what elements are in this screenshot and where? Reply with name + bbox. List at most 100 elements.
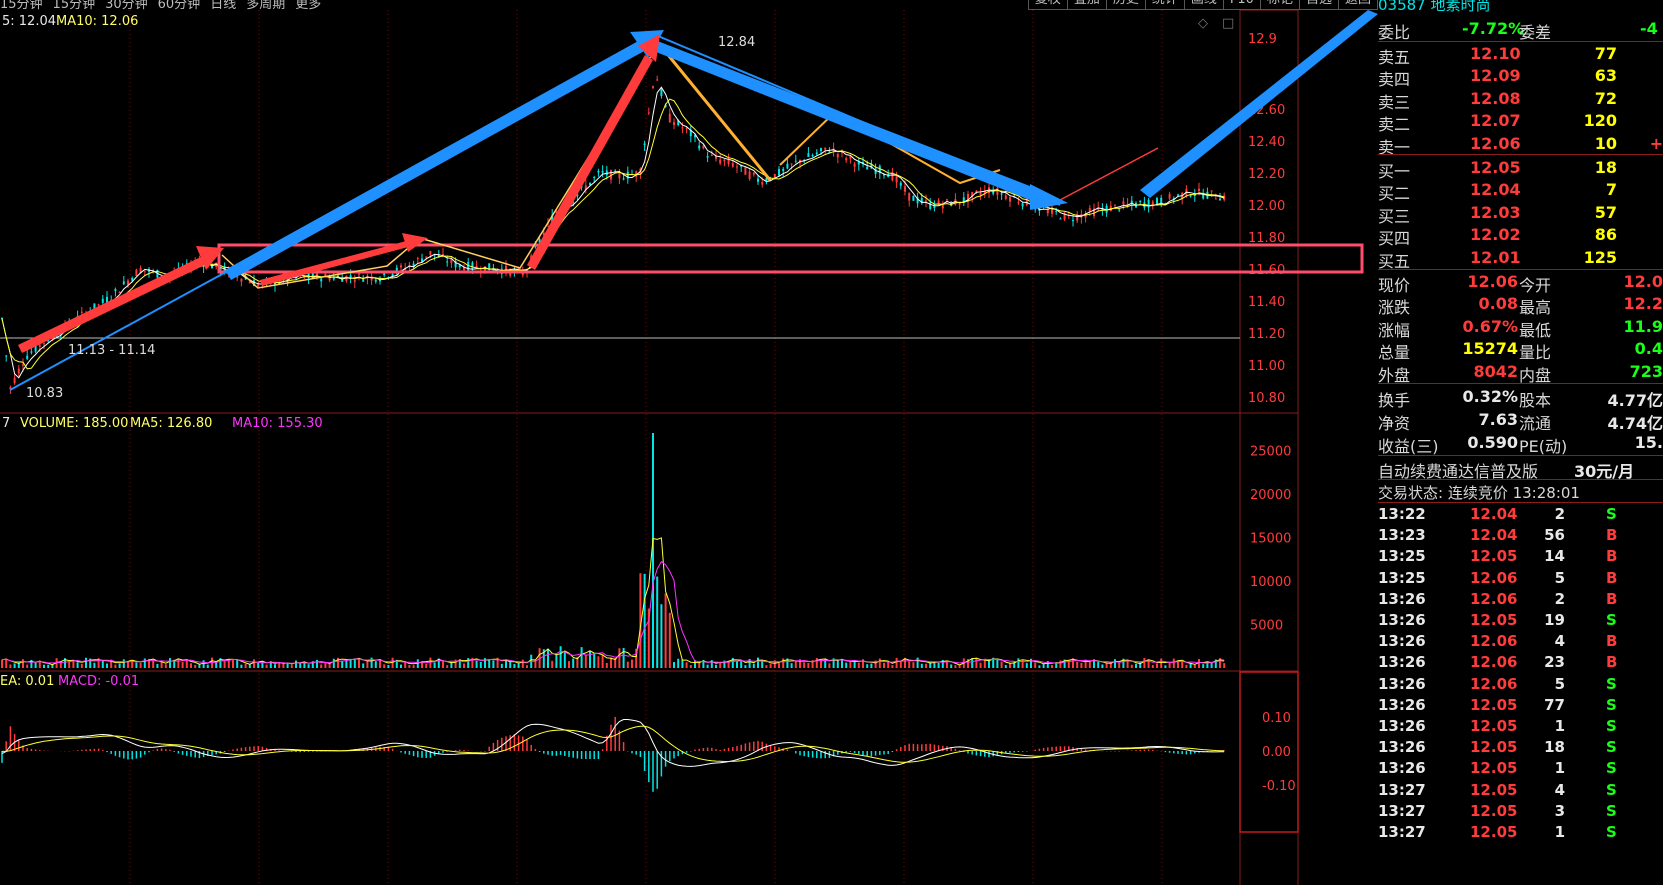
candle-body xyxy=(1021,203,1024,207)
volume-bar xyxy=(925,663,927,668)
bid-row[interactable]: 买二 12.04 7 xyxy=(1378,178,1663,203)
toolbar-button[interactable]: 画线 xyxy=(1183,0,1224,10)
price-chart-svg[interactable]: 12.912.6012.4012.2012.0011.8011.6011.401… xyxy=(0,0,1378,885)
candle-body xyxy=(895,176,898,183)
volume-tick-label: 5000 xyxy=(1250,618,1283,633)
volume-bar xyxy=(912,662,915,668)
bid-price: 12.03 xyxy=(1470,202,1521,222)
volume-tick-label: 25000 xyxy=(1250,444,1291,459)
ask-row[interactable]: 卖五 12.10 77 xyxy=(1378,42,1663,67)
tick-row[interactable]: 13:26 12.06 5 S xyxy=(1378,673,1663,695)
blue-arrow-head xyxy=(1030,184,1068,210)
ask-row[interactable]: 卖四 12.09 63 xyxy=(1378,64,1663,89)
tick-row[interactable]: 13:26 12.05 77 S xyxy=(1378,694,1663,716)
volume-ma5-label: MA5: 126.80 xyxy=(130,416,213,431)
period-tab[interactable]: 60分钟 xyxy=(158,0,201,10)
tick-side: S xyxy=(1606,759,1617,778)
candle-body xyxy=(1118,209,1121,211)
tick-row[interactable]: 13:26 12.05 19 S xyxy=(1378,609,1663,631)
toolbar-button[interactable]: F10 xyxy=(1222,0,1261,10)
volume-bar xyxy=(1118,662,1121,668)
period-tab[interactable]: 15分钟 xyxy=(53,0,96,10)
volume-bar xyxy=(757,657,759,668)
tick-volume: 4 xyxy=(1554,632,1565,651)
volume-bar xyxy=(849,660,852,668)
volume-bar xyxy=(878,658,881,668)
bid-row[interactable]: 买三 12.03 57 xyxy=(1378,201,1663,226)
candle-body xyxy=(731,163,734,167)
tick-row[interactable]: 13:27 12.05 4 S xyxy=(1378,779,1663,801)
tick-volume: 1 xyxy=(1554,823,1565,841)
bid-row[interactable]: 买一 12.05 18 xyxy=(1378,156,1663,181)
period-tab[interactable]: 日线 xyxy=(210,0,236,10)
tick-row[interactable]: 13:26 12.06 2 B xyxy=(1378,588,1663,610)
period-tab[interactable]: 多周期 xyxy=(246,0,285,10)
candle-body xyxy=(467,261,470,272)
tick-volume: 3 xyxy=(1554,801,1565,820)
candle-body xyxy=(1214,198,1217,200)
tick-row[interactable]: 13:22 12.04 2 S xyxy=(1378,503,1663,525)
volume-tick-label: 20000 xyxy=(1250,488,1291,503)
toolbar-button[interactable]: 复权 xyxy=(1027,0,1068,10)
volume-bar xyxy=(156,663,159,668)
stat-row: 现价 12.06 今开 12.0 xyxy=(1378,270,1663,295)
volume-bar xyxy=(47,664,50,668)
ask-row[interactable]: 卖一 12.06 10 + xyxy=(1378,132,1663,157)
tick-row[interactable]: 13:26 12.06 23 B xyxy=(1378,651,1663,673)
toolbar-button[interactable]: 返回 xyxy=(1337,0,1378,10)
volume-bar xyxy=(1143,658,1146,668)
stat2-value: 15. xyxy=(1634,433,1663,452)
toolbar-button[interactable]: 标记 xyxy=(1259,0,1300,10)
volume-bar xyxy=(513,664,516,668)
chart-area[interactable]: 12.9 12.60 12.40 12.20 12.00 11.80 11.60 11.40 1… xyxy=(0,0,1378,885)
candle-body xyxy=(374,279,377,282)
volume-bar xyxy=(383,664,386,668)
tick-side: S xyxy=(1606,801,1617,820)
ask-row[interactable]: 卖三 12.08 72 xyxy=(1378,87,1663,112)
tick-volume: 5 xyxy=(1554,568,1565,587)
tick-side: S xyxy=(1606,611,1617,629)
tick-row[interactable]: 13:26 12.05 1 S xyxy=(1378,715,1663,737)
period-tab[interactable]: 15分钟 xyxy=(0,0,43,10)
stat-label: 内盘 xyxy=(1519,365,1552,385)
ad-row[interactable]: 自动续费通达信普及版 30元/月 xyxy=(1378,456,1663,481)
volume-bar xyxy=(643,573,646,668)
tick-row[interactable]: 13:26 12.06 4 B xyxy=(1378,630,1663,652)
volume-bar xyxy=(316,659,318,668)
range-annotation: 11.13 - 11.14 xyxy=(68,343,156,358)
candle-body xyxy=(114,289,117,292)
volume-bar xyxy=(244,663,247,668)
volume-bar xyxy=(983,659,986,668)
tick-row[interactable]: 13:25 12.06 5 B xyxy=(1378,567,1663,589)
volume-bar xyxy=(1202,664,1205,668)
candle-body xyxy=(1004,195,1007,199)
dif-line xyxy=(1,719,1225,767)
red-arrow-body xyxy=(527,55,653,270)
period-tab[interactable]: 30分钟 xyxy=(105,0,148,10)
tick-side: S xyxy=(1606,823,1617,841)
volume-bar xyxy=(320,664,323,668)
volume-bar xyxy=(253,659,255,668)
tick-row[interactable]: 13:26 12.05 1 S xyxy=(1378,757,1663,779)
tick-row[interactable]: 13:26 12.05 18 S xyxy=(1378,736,1663,758)
tick-volume: 14 xyxy=(1544,547,1565,566)
toolbar-button[interactable]: 统计 xyxy=(1144,0,1185,10)
candle-body xyxy=(1046,209,1049,214)
period-tab[interactable]: 更多 xyxy=(295,0,321,10)
price-tick-label: 12.20 xyxy=(1248,167,1285,182)
tick-row[interactable]: 13:27 12.05 1 S xyxy=(1378,821,1663,843)
bid-row[interactable]: 买四 12.02 86 xyxy=(1378,223,1663,248)
toolbar-button[interactable]: 自选 xyxy=(1298,0,1339,10)
toolbar-button[interactable]: 历史 xyxy=(1105,0,1146,10)
volume-bar xyxy=(769,664,772,668)
candle-body xyxy=(1000,193,1003,195)
tick-row[interactable]: 13:25 12.05 14 B xyxy=(1378,545,1663,567)
tick-row[interactable]: 13:23 12.04 56 B xyxy=(1378,524,1663,546)
bid-row[interactable]: 买五 12.01 125 xyxy=(1378,246,1663,271)
candle-body xyxy=(30,351,33,353)
candle-body xyxy=(127,280,129,285)
ask-row[interactable]: 卖二 12.07 120 xyxy=(1378,109,1663,134)
toolbar-button[interactable]: 叠加 xyxy=(1066,0,1107,10)
stat-value: 723 xyxy=(1629,361,1663,381)
tick-row[interactable]: 13:27 12.05 3 S xyxy=(1378,800,1663,822)
